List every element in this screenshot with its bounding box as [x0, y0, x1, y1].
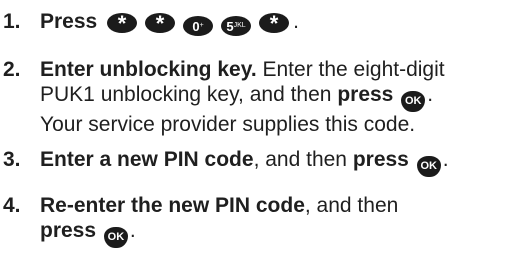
step-number: 3.: [3, 148, 21, 171]
press-label: press: [337, 83, 394, 106]
step-text: , and then: [304, 194, 399, 217]
step-text: Enter the eight-digit: [256, 58, 445, 81]
step-heading: Enter unblocking key.: [40, 58, 257, 81]
step-number: 1.: [3, 10, 21, 33]
period: .: [129, 219, 136, 242]
press-label: Press: [40, 10, 98, 33]
step-text: Your service provider supplies this code…: [40, 113, 416, 136]
step-number: 4.: [3, 194, 21, 217]
period: .: [427, 83, 434, 106]
instruction-list: 1. Press * * 0+ 5JKL *. 2. Enter unblocking …: [0, 0, 515, 256]
step-text: , and then: [253, 148, 353, 171]
star-key-icon: *: [259, 13, 290, 35]
period: .: [442, 148, 449, 171]
ok-key-icon: OK: [416, 156, 441, 177]
step-line: press OK.: [40, 218, 510, 248]
zero-key-icon: 0+: [183, 16, 214, 36]
five-key-icon: 5JKL: [221, 16, 252, 36]
press-label: press: [40, 219, 97, 242]
step-body: Press * * 0+ 5JKL *.: [40, 9, 510, 36]
step-body: Re-enter the new PIN code, and then pres…: [40, 193, 510, 248]
period: .: [293, 10, 299, 33]
step-line: PUK1 unblocking key, and then press OK.: [40, 82, 510, 112]
step-line: Your service provider supplies this code…: [40, 112, 510, 137]
ok-key-icon: OK: [103, 227, 128, 248]
ok-key-icon: OK: [401, 91, 426, 112]
step-body: Enter unblocking key. Enter the eight-di…: [40, 57, 510, 137]
step-body: Enter a new PIN code, and then press OK.: [40, 147, 510, 177]
press-label: press: [352, 148, 409, 171]
step-number: 2.: [3, 58, 21, 81]
star-key-icon: *: [145, 13, 176, 35]
step-heading: Re-enter the new PIN code: [40, 194, 305, 217]
step-text: PUK1 unblocking key, and then: [40, 83, 338, 106]
star-key-icon: *: [107, 13, 138, 35]
step-line: Enter unblocking key. Enter the eight-di…: [40, 57, 510, 82]
step-line: Re-enter the new PIN code, and then: [40, 193, 510, 218]
step-heading: Enter a new PIN code: [40, 148, 254, 171]
